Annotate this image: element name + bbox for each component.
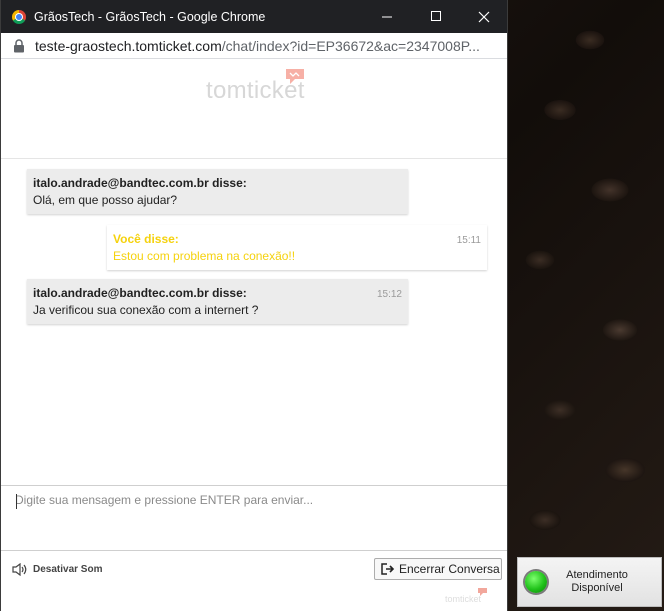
end-conversation-label: Encerrar Conversa xyxy=(399,562,500,576)
end-conversation-button[interactable]: Encerrar Conversa xyxy=(374,558,502,580)
message-body: Estou com problema na conexão!! xyxy=(113,249,296,263)
message-author: Você disse: xyxy=(113,232,179,246)
chrome-window: GrãosTech - GrãosTech - Google Chrome te… xyxy=(1,0,507,611)
availability-widget[interactable]: Atendimento Disponível xyxy=(517,557,662,607)
minimize-icon xyxy=(381,16,392,18)
sign-out-icon xyxy=(381,563,395,575)
message-composer xyxy=(1,485,507,551)
url-text[interactable]: teste-graostech.tomticket.com/chat/index… xyxy=(35,38,495,54)
message-own: Você disse: Estou com problema na conexã… xyxy=(107,225,487,270)
maximize-icon xyxy=(430,11,441,21)
close-button[interactable] xyxy=(461,0,507,33)
footer-bubble-icon xyxy=(478,588,487,596)
message-body: Ja verificou sua conexão com a internert… xyxy=(33,303,259,317)
minimize-button[interactable] xyxy=(364,0,410,33)
availability-label: Atendimento Disponível xyxy=(547,569,647,595)
message-list[interactable]: italo.andrade@bandtec.com.br disse: Olá,… xyxy=(1,159,507,485)
chat-bubble-icon xyxy=(286,69,304,84)
text-caret xyxy=(16,494,17,509)
availability-line-2: Disponível xyxy=(571,582,623,594)
speaker-icon xyxy=(12,563,27,576)
window-title: GrãosTech - GrãosTech - Google Chrome xyxy=(34,9,266,24)
message-body: Olá, em que posso ajudar? xyxy=(33,193,178,207)
lock-icon[interactable] xyxy=(13,38,25,53)
status-indicator-icon xyxy=(525,571,547,593)
title-bar[interactable]: GrãosTech - GrãosTech - Google Chrome xyxy=(1,0,507,33)
message-author: italo.andrade@bandtec.com.br disse: xyxy=(33,176,247,190)
chrome-icon xyxy=(12,9,26,24)
url-path: /chat/index?id=EP36672&ac=2347008P... xyxy=(221,37,480,54)
availability-line-1: Atendimento xyxy=(566,569,628,581)
sound-toggle[interactable]: Desativar Som xyxy=(12,563,102,576)
message-input[interactable] xyxy=(1,486,507,550)
footer-brand: tomticket xyxy=(445,594,482,604)
message-agent-1: italo.andrade@bandtec.com.br disse: Olá,… xyxy=(27,169,408,214)
chat-page: tomticket italo.andrade@bandtec.com.br d… xyxy=(1,59,507,611)
close-icon xyxy=(478,11,490,22)
message-time: 15:11 xyxy=(456,235,481,246)
chat-footer: Desativar Som Encerrar Conversa tomticke… xyxy=(1,550,507,611)
url-domain: teste-graostech.tomticket.com xyxy=(35,37,222,54)
message-agent-2: italo.andrade@bandtec.com.br disse: Ja v… xyxy=(27,279,408,324)
message-time: 15:12 xyxy=(376,289,402,300)
maximize-button[interactable] xyxy=(413,0,459,33)
address-bar[interactable]: teste-graostech.tomticket.com/chat/index… xyxy=(1,33,507,59)
sound-toggle-label: Desativar Som xyxy=(33,564,103,575)
logo-header: tomticket xyxy=(1,59,507,159)
message-author: italo.andrade@bandtec.com.br disse: xyxy=(33,286,247,300)
